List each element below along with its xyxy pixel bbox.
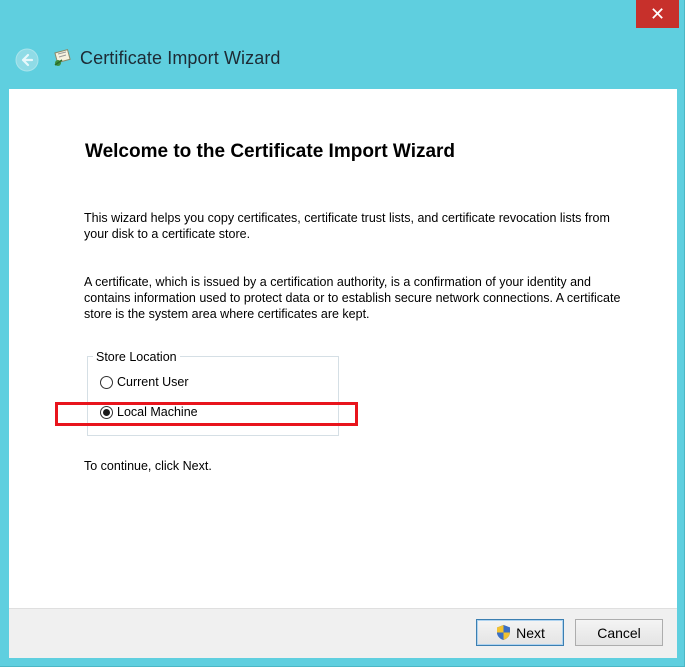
intro-paragraph: This wizard helps you copy certificates,… bbox=[84, 211, 610, 241]
highlight-box bbox=[55, 402, 358, 426]
store-location-label: Store Location bbox=[93, 350, 180, 364]
next-button[interactable]: Next bbox=[476, 619, 564, 646]
window-title: Certificate Import Wizard bbox=[80, 48, 281, 68]
close-button[interactable]: ✕ bbox=[636, 0, 679, 28]
close-icon: ✕ bbox=[649, 3, 666, 25]
radio-label: Current User bbox=[117, 375, 189, 389]
radio-current-user[interactable]: Current User bbox=[100, 375, 189, 389]
page-title: Welcome to the Certificate Import Wizard bbox=[85, 141, 456, 162]
description-paragraph: A certificate, which is issued by a cert… bbox=[84, 275, 621, 321]
wizard-content: Welcome to the Certificate Import Wizard… bbox=[9, 89, 677, 608]
continue-instruction: To continue, click Next. bbox=[84, 459, 212, 473]
cancel-button[interactable]: Cancel bbox=[575, 619, 663, 646]
radio-button[interactable] bbox=[100, 375, 113, 389]
certificate-icon bbox=[54, 49, 71, 66]
next-label: Next bbox=[516, 624, 545, 641]
wizard-footer: Next Cancel bbox=[9, 608, 677, 658]
back-arrow-icon[interactable] bbox=[15, 48, 39, 72]
cancel-label: Cancel bbox=[597, 624, 641, 641]
uac-shield-icon bbox=[497, 625, 511, 640]
wizard-window: ✕ Certificate Import Wizard Welcome to t… bbox=[0, 0, 685, 667]
